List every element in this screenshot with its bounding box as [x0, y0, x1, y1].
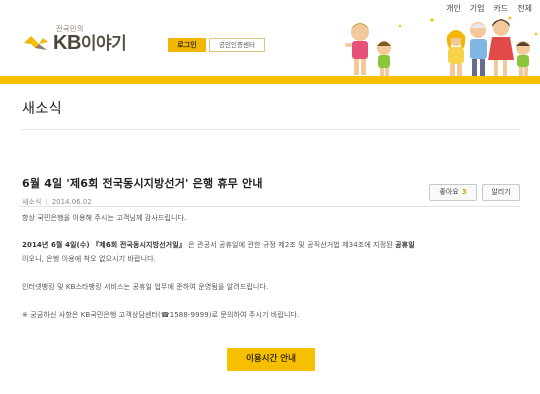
- header-yellow-band: [0, 76, 540, 84]
- article-author: 새소식: [22, 198, 42, 206]
- logo-kb: KB: [53, 32, 81, 54]
- holiday-notice-line2: 이오니, 은행 이용에 착오 없으시기 바랍니다.: [22, 255, 156, 263]
- utility-nav: 개인 기업 카드 전체: [446, 3, 532, 14]
- nav-business[interactable]: 기업: [470, 3, 485, 14]
- section-title: 새소식: [22, 101, 63, 117]
- holiday-word-bold: 공휴일: [395, 241, 415, 249]
- banking-service-paragraph: 인터넷뱅킹 및 KB스타뱅킹 서비스는 공휴일 업무에 준하여 운영됨을 알려드…: [22, 283, 269, 291]
- family-characters-illustration: [345, 16, 538, 76]
- login-button[interactable]: 로그인: [168, 38, 206, 52]
- like-label: 좋아요: [439, 188, 459, 196]
- article-divider: [20, 206, 520, 207]
- business-hours-button[interactable]: 이용시간 안내: [227, 348, 315, 371]
- contact-paragraph: ※ 궁금하신 사항은 KB국민은행 고객상담센터(☎1588-9999)로 문의…: [22, 311, 300, 319]
- nav-personal[interactable]: 개인: [446, 3, 461, 14]
- article-title: 6월 4일 '제6회 전국동시지방선거' 은행 휴무 안내: [22, 177, 263, 190]
- article-date: 2014.06.02: [51, 198, 92, 206]
- kb-star-icon: [24, 36, 48, 50]
- logo-iyagi: 이야기: [80, 34, 127, 54]
- site-header: 개인 기업 카드 전체 전국민의 KB이야기 로그인 공인인증센터: [0, 0, 540, 84]
- like-button[interactable]: 좋아요 3: [429, 184, 477, 201]
- holiday-date-bold: 2014년 6월 4일(수) 『제6회 전국동시지방선거일』: [22, 241, 186, 249]
- certificate-center-button[interactable]: 공인인증센터: [209, 38, 265, 52]
- greeting-paragraph: 항상 국민은행을 이용해 주시는 고객님께 감사드립니다.: [22, 214, 187, 222]
- holiday-notice-line1: 2014년 6월 4일(수) 『제6회 전국동시지방선거일』 은 관공서 공휴일…: [22, 240, 415, 250]
- kb-logo[interactable]: KB이야기: [22, 32, 127, 54]
- nav-card[interactable]: 카드: [494, 3, 509, 14]
- holiday-regulation-text: 은 관공서 공휴일에 관한 규정 제2조 및 공직선거법 제34조에 지정된: [188, 241, 393, 249]
- nav-all[interactable]: 전체: [517, 3, 532, 14]
- share-button[interactable]: 알리기: [482, 184, 520, 201]
- section-divider: [20, 129, 520, 130]
- like-count: 3: [461, 188, 467, 196]
